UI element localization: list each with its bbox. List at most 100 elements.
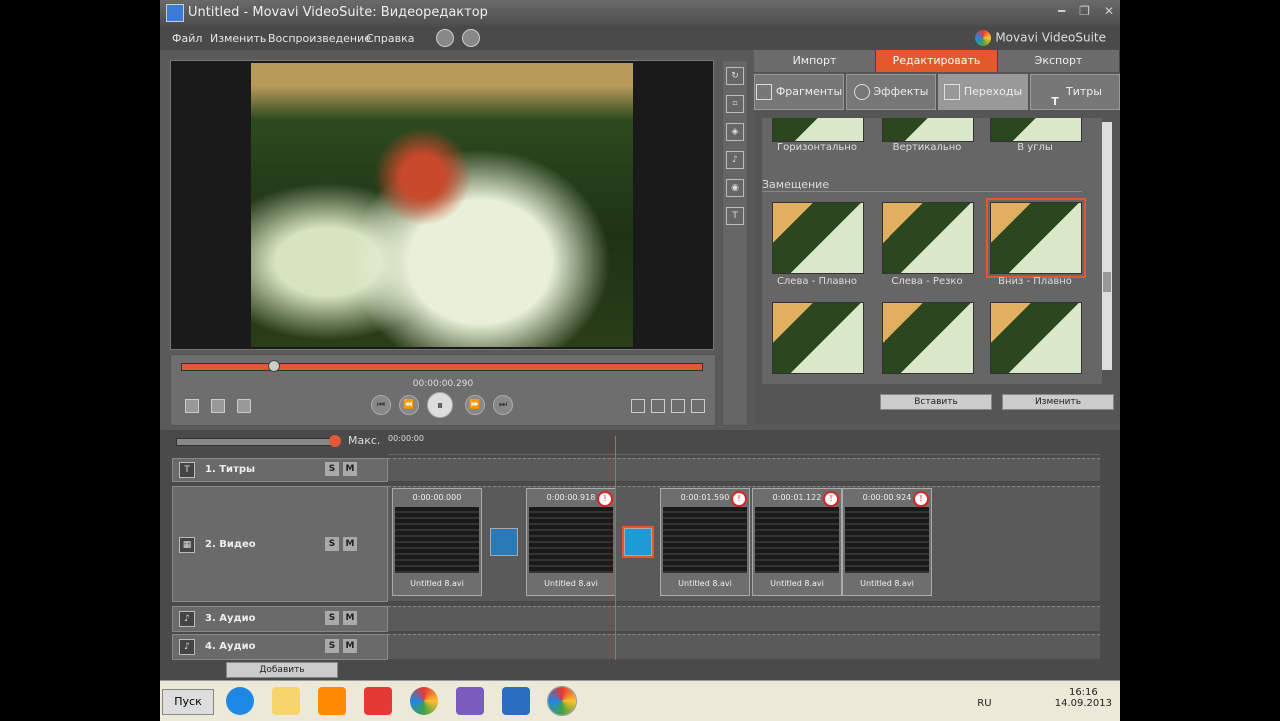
video-clip[interactable]: 0:00:00.000 Untitled 8.avi <box>392 488 482 596</box>
clock[interactable]: 16:16 14.09.2013 <box>1055 687 1112 709</box>
chrome-icon[interactable] <box>410 687 438 715</box>
ie-icon[interactable] <box>226 687 254 715</box>
pause-button[interactable]: ⏸ <box>427 392 453 418</box>
tab-fragments[interactable]: Фрагменты <box>754 74 844 110</box>
undo-icon[interactable] <box>436 29 454 47</box>
stop-icon[interactable] <box>211 399 225 413</box>
brand: Movavi VideoSuite <box>975 30 1106 46</box>
menu-playback[interactable]: Воспроизведение <box>268 32 371 45</box>
menu-file[interactable]: Файл <box>172 32 202 45</box>
stabilize-icon[interactable]: ◈ <box>726 123 744 141</box>
mute-button[interactable]: M <box>343 462 357 476</box>
maximize-icon[interactable]: ❐ <box>1079 4 1090 18</box>
change-button[interactable]: Изменить <box>1002 394 1114 410</box>
clip-name: Untitled 8.avi <box>860 579 914 588</box>
effects-icon <box>853 84 870 100</box>
track-name: 3. Аудио <box>205 613 256 624</box>
solo-button[interactable]: S <box>325 639 339 653</box>
transition-thumb[interactable] <box>990 302 1082 374</box>
seek-handle[interactable] <box>268 360 280 372</box>
zoom-slider[interactable] <box>176 435 341 447</box>
transition-thumb-vertical[interactable] <box>882 118 974 142</box>
transition-marker-selected[interactable] <box>622 526 654 558</box>
color-tool-icon[interactable]: ◉ <box>726 179 744 197</box>
insert-button[interactable]: Вставить <box>880 394 992 410</box>
rotate-icon[interactable]: ↻ <box>726 67 744 85</box>
seek-bar[interactable] <box>181 360 703 372</box>
zoom-handle[interactable] <box>329 435 341 447</box>
solo-button[interactable]: S <box>325 537 339 551</box>
minimize-icon[interactable]: ━ <box>1058 4 1065 18</box>
movavi-logo-icon <box>975 30 992 46</box>
split-icon[interactable] <box>671 399 685 413</box>
transition-thumb-corners[interactable] <box>990 118 1082 142</box>
clip-thumbnail <box>663 507 747 573</box>
explorer-icon[interactable] <box>272 687 300 715</box>
video-clip[interactable]: 0:00:00.918! Untitled 8.avi <box>526 488 616 596</box>
tab-titles[interactable]: TТитры <box>1030 74 1120 110</box>
mark-out-icon[interactable] <box>651 399 665 413</box>
lane-titles[interactable] <box>388 458 1100 481</box>
prev-frame-button[interactable]: ⏪ <box>399 395 419 415</box>
solo-button[interactable]: S <box>325 611 339 625</box>
language-indicator[interactable]: RU <box>977 698 991 709</box>
transition-marker[interactable] <box>490 528 518 556</box>
app-icon <box>166 4 184 22</box>
go-end-button[interactable]: ⏭ <box>493 395 513 415</box>
mark-in-icon[interactable] <box>631 399 645 413</box>
tab-effects[interactable]: Эффекты <box>846 74 936 110</box>
mute-button[interactable]: M <box>343 639 357 653</box>
redo-icon[interactable] <box>462 29 480 47</box>
lane-audio-3[interactable] <box>388 606 1100 631</box>
film-track-icon: ▦ <box>179 537 195 553</box>
media-player-icon[interactable] <box>318 687 346 715</box>
crop-tool-icon[interactable]: ⌗ <box>726 95 744 113</box>
transition-thumb[interactable] <box>772 302 864 374</box>
close-icon[interactable]: ✕ <box>1104 4 1114 18</box>
solo-button[interactable]: S <box>325 462 339 476</box>
next-frame-button[interactable]: ⏩ <box>465 395 485 415</box>
mute-button[interactable]: M <box>343 537 357 551</box>
tab-export[interactable]: Экспорт <box>998 50 1120 72</box>
text-tool-icon[interactable]: T <box>726 207 744 225</box>
video-editor-icon[interactable] <box>502 687 530 715</box>
app-window: Untitled - Movavi VideoSuite: Видеоредак… <box>160 0 1120 680</box>
audio-tool-icon[interactable]: ♪ <box>726 151 744 169</box>
transition-thumb-down-smooth[interactable] <box>986 198 1086 278</box>
add-track-button[interactable]: Добавить <box>226 662 338 678</box>
video-clip[interactable]: 0:00:01.590! Untitled 8.avi <box>660 488 750 596</box>
clip-name: Untitled 8.avi <box>678 579 732 588</box>
playhead[interactable] <box>615 436 616 660</box>
vs-icon[interactable] <box>456 687 484 715</box>
tab-edit[interactable]: Редактировать <box>876 50 998 72</box>
player-controls: 00:00:00.290 ⏮ ⏪ ⏸ ⏩ ⏭ <box>170 354 716 426</box>
crop-icon[interactable] <box>691 399 705 413</box>
snapshot-icon[interactable] <box>185 399 199 413</box>
menu-help[interactable]: Справка <box>366 32 414 45</box>
transition-thumb-left-smooth[interactable] <box>772 202 864 274</box>
clip-thumbnail <box>395 507 479 573</box>
movavi-taskbar-icon[interactable] <box>547 686 577 716</box>
transition-thumb[interactable] <box>882 302 974 374</box>
warning-icon: ! <box>823 491 839 507</box>
go-start-button[interactable]: ⏮ <box>371 395 391 415</box>
mute-button[interactable]: M <box>343 611 357 625</box>
audio-track-icon: ♪ <box>179 639 195 655</box>
video-clip[interactable]: 0:00:00.924! Untitled 8.avi <box>842 488 932 596</box>
gallery-scrollbar[interactable] <box>1102 122 1112 370</box>
tab-import[interactable]: Импорт <box>754 50 876 72</box>
lane-audio-4[interactable] <box>388 634 1100 659</box>
transition-thumb-left-sharp[interactable] <box>882 202 974 274</box>
start-button[interactable]: Пуск <box>162 689 214 715</box>
time-ruler[interactable]: 00:00:00 <box>388 434 1100 455</box>
volume-icon[interactable] <box>237 399 251 413</box>
video-clip[interactable]: 0:00:01.122! Untitled 8.avi <box>752 488 842 596</box>
scrollbar-thumb[interactable] <box>1103 272 1111 292</box>
track-header-audio-4: ♪ 4. Аудио S M <box>172 634 388 660</box>
transition-thumb-horizontal[interactable] <box>772 118 864 142</box>
transitions-icon <box>943 84 960 100</box>
menu-edit[interactable]: Изменить <box>210 32 266 45</box>
tab-transitions[interactable]: Переходы <box>938 74 1028 110</box>
yandex-icon[interactable] <box>364 687 392 715</box>
edit-panel: Импорт Редактировать Экспорт Фрагменты Э… <box>754 50 1120 424</box>
